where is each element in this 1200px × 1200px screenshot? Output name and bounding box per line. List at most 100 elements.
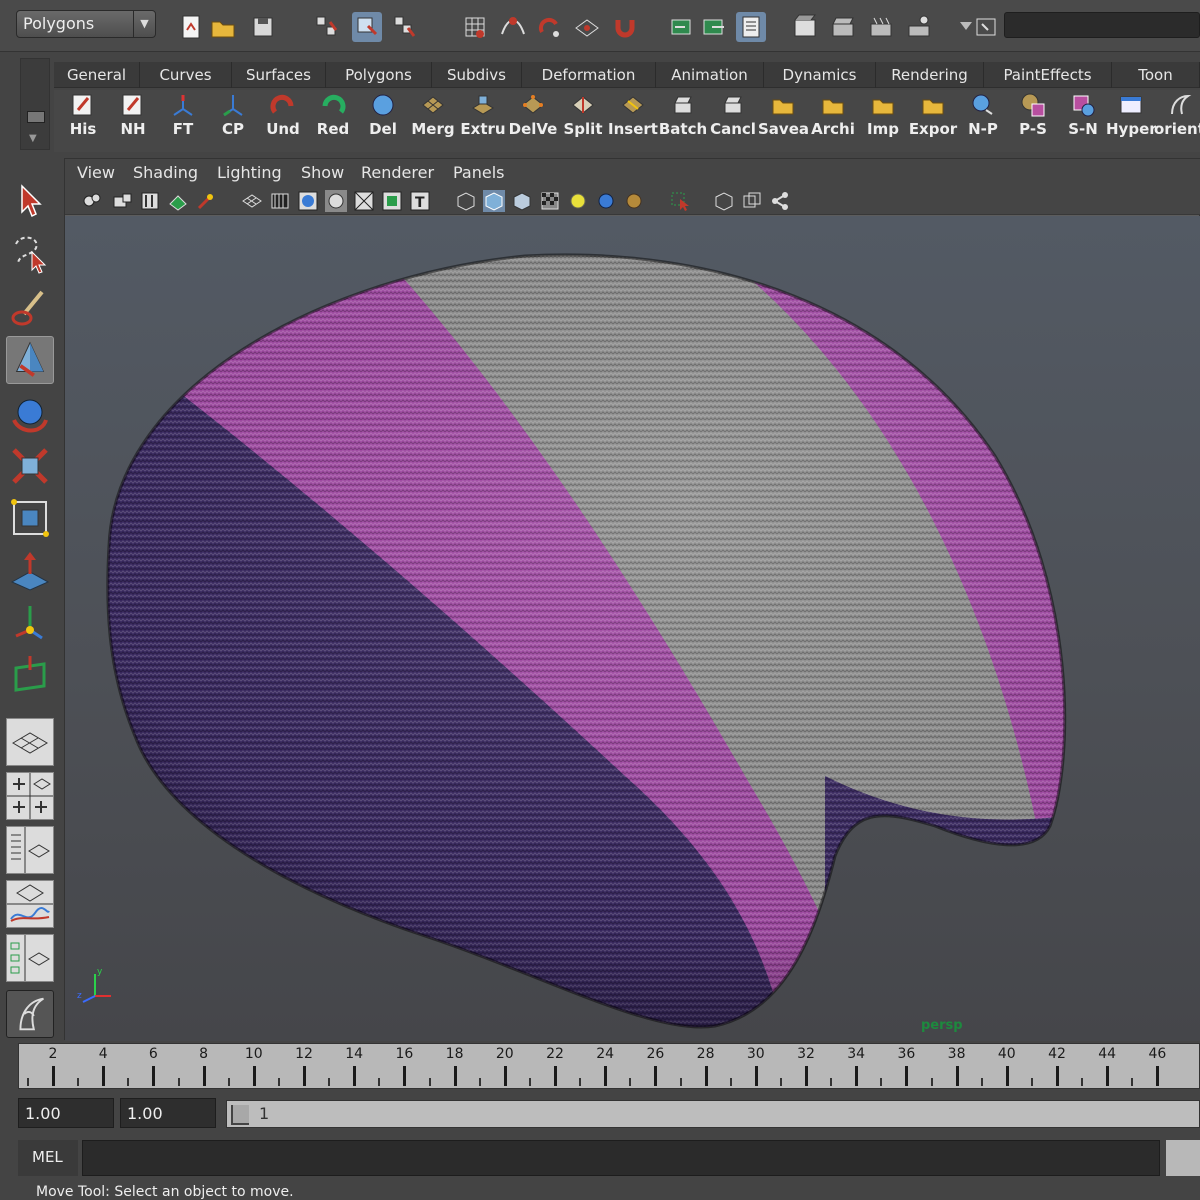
universal-manipulator-icon[interactable] [6, 494, 54, 542]
render-view-icon[interactable] [790, 12, 820, 42]
shelf-button-batch[interactable]: Batch [658, 90, 708, 146]
shaded-icon[interactable] [325, 190, 347, 212]
shelf-button-extrude[interactable]: Extru [458, 90, 508, 146]
shelf-tab-subdivs[interactable]: Subdivs [432, 62, 522, 88]
magnet-icon[interactable] [610, 12, 640, 42]
script-language-toggle[interactable]: MEL [18, 1140, 78, 1176]
shelf-button-save-as[interactable]: Savea [758, 90, 808, 146]
shelf-tab-toon[interactable]: Toon [1112, 62, 1200, 88]
shelf-button-cancel-batch[interactable]: Cancl [708, 90, 758, 146]
shelf-button-import[interactable]: Imp [858, 90, 908, 146]
mel-command-input[interactable] [82, 1140, 1160, 1176]
new-scene-icon[interactable] [176, 12, 206, 42]
panel-menu-lighting[interactable]: Lighting [217, 163, 282, 182]
shelf-button-center-pivot[interactable]: CP [208, 90, 258, 146]
panel-menu-view[interactable]: View [77, 163, 115, 182]
select-tool-icon[interactable] [6, 176, 54, 224]
render-settings-icon[interactable] [736, 12, 766, 42]
select-hierarchy-icon[interactable] [312, 12, 342, 42]
rotate-tool-icon[interactable] [6, 390, 54, 438]
shelf-button-insert-edge-loop[interactable]: Insert [608, 90, 658, 146]
move-tool-icon[interactable] [6, 336, 54, 384]
shelf-button-hypershade[interactable]: Hyper [1106, 90, 1156, 146]
shelf-tab-polygons[interactable]: Polygons [326, 62, 432, 88]
chevron-down-icon[interactable]: ▼ [29, 133, 37, 144]
shelf-button-merge[interactable]: Merg [408, 90, 458, 146]
two-d-pan-zoom-icon[interactable] [167, 190, 189, 212]
show-manipulator-icon[interactable] [6, 598, 54, 646]
shelf-button-undo[interactable]: Und [258, 90, 308, 146]
select-component-icon[interactable] [390, 12, 420, 42]
xray-joints-icon[interactable] [511, 190, 533, 212]
textured-icon[interactable] [381, 190, 403, 212]
shelf-tab-dynamics[interactable]: Dynamics [764, 62, 876, 88]
shelf-menu-handle[interactable]: ▼ [20, 58, 50, 150]
default-quality-icon[interactable] [297, 190, 319, 212]
shelf-button-subdiv-to-nurbs[interactable]: S-N [1058, 90, 1108, 146]
shelf-button-polygons-to-subdiv[interactable]: P-S [1008, 90, 1058, 146]
panel-menu-show[interactable]: Show [301, 163, 344, 182]
range-handle[interactable] [231, 1105, 249, 1125]
single-perspective-layout-icon[interactable] [6, 718, 54, 766]
menu-set-selector[interactable]: Polygons ▼ [16, 10, 156, 38]
shelf-tab-curves[interactable]: Curves [140, 62, 232, 88]
scene-canvas[interactable]: y z persp [65, 216, 1200, 1041]
shelf-button-orient[interactable]: orient [1154, 90, 1200, 146]
time-slider[interactable]: 2 4 6 8 10 12 14 16 18 20 22 24 26 28 30 32 34 36 38 40 42 44… [18, 1043, 1200, 1089]
frame-all-icon[interactable] [713, 190, 735, 212]
select-object-icon[interactable] [352, 12, 382, 42]
shelf-button-archive[interactable]: Archi [808, 90, 858, 146]
panel-menu-shading[interactable]: Shading [133, 163, 198, 182]
light-gold-icon[interactable] [623, 190, 645, 212]
input-output-icon[interactable] [666, 12, 696, 42]
select-camera-icon[interactable] [669, 190, 691, 212]
image-plane-icon[interactable] [139, 190, 161, 212]
wireframe-shading-icon[interactable] [241, 190, 263, 212]
lasso-tool-icon[interactable] [6, 230, 54, 278]
render-current-frame-icon[interactable] [828, 12, 858, 42]
shelf-button-freeze[interactable]: FT [158, 90, 208, 146]
shelf-tab-surfaces[interactable]: Surfaces [232, 62, 326, 88]
paint-select-tool-icon[interactable] [6, 284, 54, 332]
chevron-down-icon[interactable]: ▼ [133, 11, 155, 37]
share-connections-icon[interactable] [769, 190, 791, 212]
high-quality-icon[interactable] [539, 190, 561, 212]
panel-menu-panels[interactable]: Panels [453, 163, 505, 182]
smooth-shading-icon[interactable] [269, 190, 291, 212]
isolate-select-icon[interactable] [455, 190, 477, 212]
playback-range-bar[interactable]: 1 [226, 1100, 1200, 1128]
four-view-layout-icon[interactable] [6, 772, 54, 820]
render-globals-icon[interactable] [904, 12, 934, 42]
use-all-lights-icon[interactable]: T [409, 190, 431, 212]
scale-tool-icon[interactable] [6, 442, 54, 490]
persp-graph-layout-icon[interactable] [6, 880, 54, 928]
shelf-tab-painteffects[interactable]: PaintEffects [984, 62, 1112, 88]
knit-beanie-model[interactable] [65, 216, 1200, 1041]
open-scene-icon[interactable] [208, 12, 238, 42]
shelf-tab-general[interactable]: General [54, 62, 140, 88]
playback-start-field[interactable]: 1.00 [120, 1098, 216, 1128]
shelf-tab-rendering[interactable]: Rendering [876, 62, 984, 88]
shelf-tab-deformation[interactable]: Deformation [522, 62, 656, 88]
shelf-button-delete-vertex[interactable]: DelVe [508, 90, 558, 146]
shelf-button-split[interactable]: Split [558, 90, 608, 146]
snap-curve-icon[interactable] [498, 12, 528, 42]
camera-bookmarks-icon[interactable] [111, 190, 133, 212]
ipr-render-icon[interactable] [866, 12, 896, 42]
soft-modification-icon[interactable] [6, 546, 54, 594]
shelf-button-export[interactable]: Expor [908, 90, 958, 146]
shelf-tab-animation[interactable]: Animation [656, 62, 764, 88]
light-yellow-icon[interactable] [567, 190, 589, 212]
start-time-field[interactable]: 1.00 [18, 1098, 114, 1128]
quick-select-field[interactable] [1004, 12, 1200, 38]
xray-icon[interactable] [483, 190, 505, 212]
hypershade-persp-layout-icon[interactable] [6, 934, 54, 982]
frame-selection-icon[interactable] [741, 190, 763, 212]
grease-pencil-icon[interactable] [195, 190, 217, 212]
camera-attributes-icon[interactable] [81, 190, 103, 212]
outliner-toggle-icon[interactable] [6, 990, 54, 1038]
shelf-button-history[interactable]: His [58, 90, 108, 146]
shelf-button-redo[interactable]: Red [308, 90, 358, 146]
wireframe-on-shaded-icon[interactable] [353, 190, 375, 212]
snap-view-plane-icon[interactable] [572, 12, 602, 42]
